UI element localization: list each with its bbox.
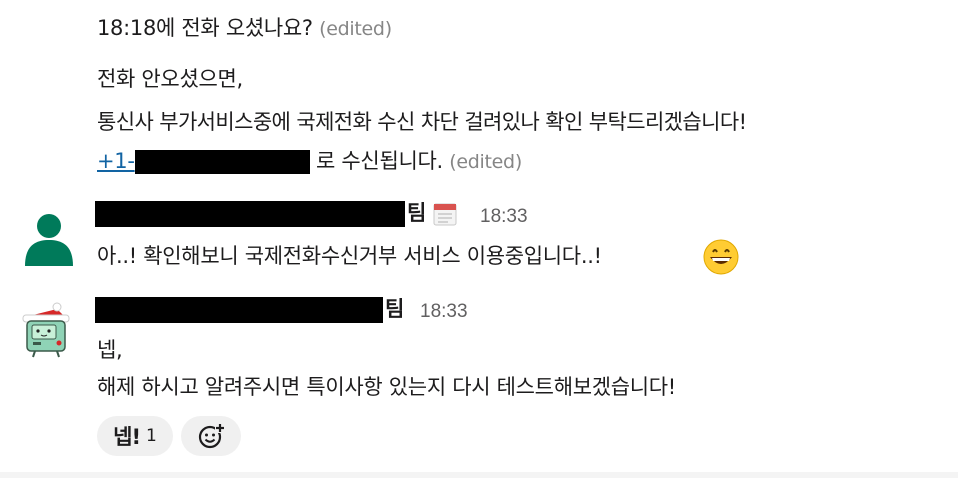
message-line: 통신사 부가서비스중에 국제전화 수신 차단 걸려있나 확인 부탁드리겠습니다! [97,108,747,136]
message-text: 18:18에 전화 오셨나요? [97,16,313,40]
message-line: 18:18에 전화 오셨나요? (edited) [97,14,392,43]
grinning-face-emoji-icon [702,238,740,276]
phone-link[interactable]: +1- [97,149,310,174]
message-line: 아..! 확인해보니 국제전화수신거부 서비스 이용중입니다..! [97,242,602,270]
add-emoji-icon [198,423,225,449]
robot-santa-hat-avatar-icon [17,295,81,359]
message-line: +1- 로 수신됩니다. (edited) [97,147,522,176]
reaction-count: 1 [146,426,157,446]
composer-divider [0,472,958,478]
message-line: 전화 안오셨으면, [97,65,243,93]
message-text: 해제 하시고 알려주시면 특이사항 있는지 다시 테스트해보겠습니다! [97,375,676,399]
message-text: 로 수신됩니다. [309,149,443,173]
reaction-pill[interactable]: 넵! 1 [97,416,173,456]
message-text: 아..! 확인해보니 국제전화수신거부 서비스 이용중입니다..! [97,244,602,268]
sender-name[interactable]: 팀 [95,200,458,228]
message-line: 해제 하시고 알려주시면 특이사항 있는지 다시 테스트해보겠습니다! [97,373,676,401]
message-text: 넵, [97,338,123,362]
avatar[interactable] [17,202,81,266]
default-user-avatar-icon [17,202,81,266]
avatar[interactable] [17,295,81,359]
add-reaction-button[interactable] [181,416,241,456]
message-text: 전화 안오셨으면, [97,67,243,91]
redacted-phone-number [134,150,310,174]
phone-prefix: +1- [97,149,135,173]
redacted-sender-name [95,297,383,323]
edited-label: (edited) [449,151,522,173]
message-timestamp[interactable]: 18:33 [480,203,528,231]
message-timestamp[interactable]: 18:33 [420,298,468,326]
redacted-sender-name [95,201,405,227]
message-text: 통신사 부가서비스중에 국제전화 수신 차단 걸려있나 확인 부탁드리겠습니다! [97,110,747,134]
reaction-emoji-label: 넵! [113,425,141,449]
message-line: 넵, [97,336,123,364]
calendar-icon [432,201,458,227]
edited-label: (edited) [319,18,392,40]
sender-name-suffix: 팀 [407,202,427,225]
sender-name-suffix: 팀 [385,298,405,321]
sender-name[interactable]: 팀 [95,296,404,324]
